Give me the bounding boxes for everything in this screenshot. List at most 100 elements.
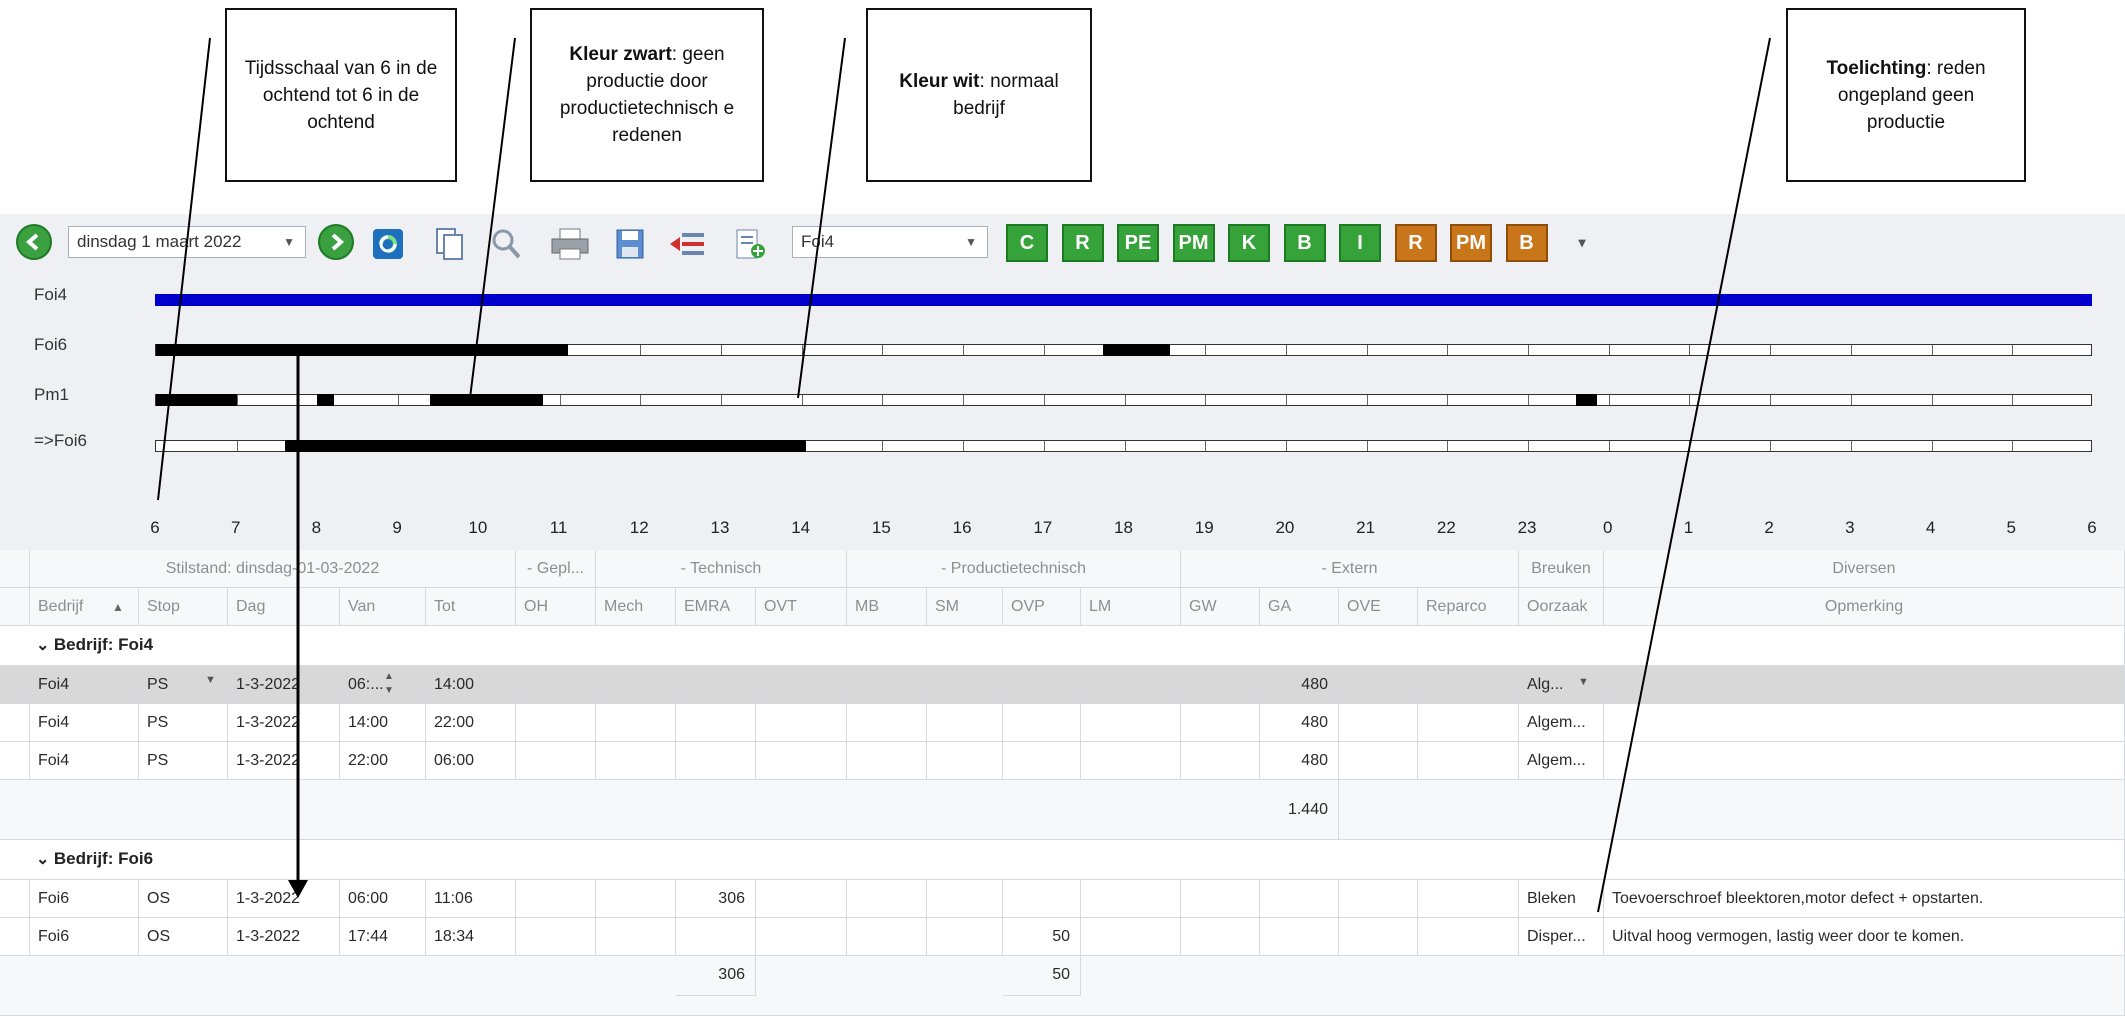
cell-dag[interactable]: 1-3-2022 (228, 704, 340, 742)
downtime-segment[interactable] (1576, 394, 1597, 406)
tool-button-b-green[interactable]: B (1283, 224, 1326, 262)
column-header-gw[interactable]: GW (1181, 588, 1260, 626)
remove-row-icon[interactable] (666, 224, 706, 264)
cell-ovt[interactable] (756, 880, 847, 918)
cell-oorzaak[interactable]: Alg... (1519, 666, 1604, 704)
plant-selector[interactable]: Foi4 ▼ (792, 226, 988, 258)
tool-button-b-orange[interactable]: B (1505, 224, 1548, 262)
cell-lm[interactable] (1081, 880, 1181, 918)
cell-sm[interactable] (927, 880, 1003, 918)
column-header-mech[interactable]: Mech (596, 588, 676, 626)
column-header-mb[interactable]: MB (847, 588, 927, 626)
add-row-icon[interactable] (730, 224, 770, 264)
column-header-tot[interactable]: Tot (426, 588, 516, 626)
column-header-lm[interactable]: LM (1081, 588, 1181, 626)
refresh-icon[interactable] (368, 224, 408, 264)
cell-lm[interactable] (1081, 918, 1181, 956)
cell-lm[interactable] (1081, 742, 1181, 780)
cell-reparco[interactable] (1418, 880, 1519, 918)
cell-ovp[interactable]: 50 (1003, 918, 1081, 956)
cell-mech[interactable] (596, 742, 676, 780)
cell-ga[interactable]: 480 (1260, 666, 1339, 704)
forward-arrow-icon[interactable] (318, 224, 354, 260)
cell-ovp[interactable] (1003, 880, 1081, 918)
cell-reparco[interactable] (1418, 918, 1519, 956)
cell-oorzaak[interactable]: Algem... (1519, 742, 1604, 780)
column-header-ovt[interactable]: OVT (756, 588, 847, 626)
sort-ascending-icon[interactable]: ▲ (112, 600, 124, 614)
timeline-track-foi6[interactable] (155, 440, 2092, 452)
cell-mech[interactable] (596, 704, 676, 742)
cell-gw[interactable] (1181, 704, 1260, 742)
downtime-segment[interactable] (285, 440, 806, 452)
column-header-reparco[interactable]: Reparco (1418, 588, 1519, 626)
column-header-sm[interactable]: SM (927, 588, 1003, 626)
cell-oh[interactable] (516, 666, 596, 704)
cell-sm[interactable] (927, 918, 1003, 956)
more-buttons-icon[interactable]: ▾ (1570, 222, 1594, 262)
cell-bedrijf[interactable]: Foi4 (30, 742, 139, 780)
cell-tot[interactable]: 22:00 (426, 704, 516, 742)
cell-oorzaak[interactable]: Disper... (1519, 918, 1604, 956)
cell-gw[interactable] (1181, 666, 1260, 704)
cell-oorzaak[interactable]: Algem... (1519, 704, 1604, 742)
cell-mech[interactable] (596, 880, 676, 918)
cell-mb[interactable] (847, 742, 927, 780)
cell-emra[interactable] (676, 704, 756, 742)
cell-ovp[interactable] (1003, 666, 1081, 704)
downtime-segment[interactable] (156, 394, 237, 406)
tool-button-c-green[interactable]: C (1006, 224, 1048, 262)
group-row[interactable]: ⌄ Bedrijf: Foi4 (0, 626, 2125, 666)
tool-button-i-green[interactable]: I (1339, 224, 1381, 262)
cell-emra[interactable] (676, 742, 756, 780)
column-header-van[interactable]: Van (340, 588, 426, 626)
cell-ove[interactable] (1339, 666, 1418, 704)
cell-ove[interactable] (1339, 880, 1418, 918)
cell-gw[interactable] (1181, 742, 1260, 780)
cell-tot[interactable]: 14:00 (426, 666, 516, 704)
cell-dag[interactable]: 1-3-2022 (228, 880, 340, 918)
cell-ga[interactable] (1260, 880, 1339, 918)
cell-opmerking[interactable]: Uitval hoog vermogen, lastig weer door t… (1604, 918, 2125, 956)
tool-button-k-green[interactable]: K (1228, 224, 1270, 262)
cell-ovp[interactable] (1003, 742, 1081, 780)
cell-reparco[interactable] (1418, 704, 1519, 742)
cell-oorzaak[interactable]: Bleken (1519, 880, 1604, 918)
downtime-segment[interactable] (1102, 344, 1171, 356)
column-header-emra[interactable]: EMRA (676, 588, 756, 626)
cell-stop[interactable]: PS (139, 742, 228, 780)
column-header-oh[interactable]: OH (516, 588, 596, 626)
cell-dag[interactable]: 1-3-2022 (228, 666, 340, 704)
save-icon[interactable] (610, 224, 650, 264)
column-header-dag[interactable]: Dag (228, 588, 340, 626)
cell-ovt[interactable] (756, 704, 847, 742)
cell-oh[interactable] (516, 742, 596, 780)
cell-ovt[interactable] (756, 742, 847, 780)
search-icon[interactable] (486, 224, 526, 264)
cell-dag[interactable]: 1-3-2022 (228, 742, 340, 780)
column-header-oorzaak[interactable]: Oorzaak (1519, 588, 1604, 626)
cell-oh[interactable] (516, 880, 596, 918)
cell-van[interactable]: 22:00 (340, 742, 426, 780)
cell-van[interactable]: 17:44 (340, 918, 426, 956)
cell-ovt[interactable] (756, 918, 847, 956)
cell-mb[interactable] (847, 880, 927, 918)
cell-opmerking[interactable] (1604, 704, 2125, 742)
cell-van[interactable]: 06:00 (340, 880, 426, 918)
cell-bedrijf[interactable]: Foi6 (30, 918, 139, 956)
column-header-opmerking[interactable]: Opmerking (1604, 588, 2125, 626)
cell-ove[interactable] (1339, 918, 1418, 956)
cell-reparco[interactable] (1418, 742, 1519, 780)
cell-sm[interactable] (927, 666, 1003, 704)
chevron-down-icon[interactable]: ⌄ (36, 851, 54, 868)
cell-bedrijf[interactable]: Foi6 (30, 880, 139, 918)
cell-van[interactable]: 14:00 (340, 704, 426, 742)
cell-ga[interactable]: 480 (1260, 742, 1339, 780)
cell-mb[interactable] (847, 704, 927, 742)
cell-emra[interactable] (676, 918, 756, 956)
tool-button-r-orange[interactable]: R (1394, 224, 1437, 262)
back-arrow-icon[interactable] (16, 224, 52, 260)
cell-lm[interactable] (1081, 704, 1181, 742)
cell-mech[interactable] (596, 666, 676, 704)
cell-bedrijf[interactable]: Foi4 (30, 704, 139, 742)
